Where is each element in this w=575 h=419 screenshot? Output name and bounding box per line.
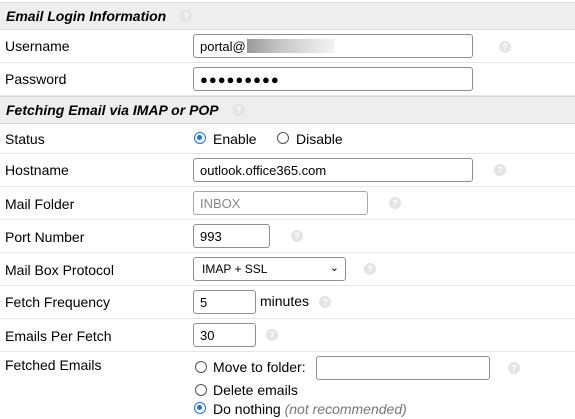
move-to-folder-label[interactable]: Move to folder:	[213, 359, 306, 375]
emails-per-fetch-label: Emails Per Fetch	[5, 328, 112, 344]
protocol-select[interactable]: IMAP + SSL ⌄	[193, 257, 346, 281]
do-nothing-label[interactable]: Do nothing (not recommended)	[213, 401, 407, 417]
do-nothing-radio[interactable]	[194, 402, 206, 414]
section-title-login: Email Login Information	[6, 8, 167, 24]
help-icon[interactable]: ?	[180, 10, 193, 22]
row-emails-per-fetch: Emails Per Fetch 30 ?	[0, 319, 575, 352]
port-number-input[interactable]: 993	[193, 224, 270, 248]
row-password: Password ●●●●●●●●●	[0, 63, 575, 96]
username-label: Username	[5, 38, 70, 54]
mail-folder-label: Mail Folder	[5, 196, 75, 212]
email-settings-form: Email Login Information ? Username porta…	[0, 0, 575, 419]
help-icon[interactable]: ?	[266, 329, 278, 341]
help-icon[interactable]: ?	[291, 230, 303, 242]
row-username: Username portal@ ?	[0, 30, 575, 63]
section-title-fetching: Fetching Email via IMAP or POP	[6, 102, 219, 118]
chevron-down-icon: ⌄	[329, 262, 339, 274]
mail-folder-placeholder: INBOX	[200, 195, 241, 211]
not-recommended-note: (not recommended)	[284, 401, 407, 417]
fetch-frequency-label: Fetch Frequency	[5, 294, 111, 310]
move-to-folder-input[interactable]	[316, 356, 490, 380]
help-icon[interactable]: ?	[508, 362, 520, 374]
status-label: Status	[5, 131, 45, 147]
row-port-number: Port Number 993 ?	[0, 220, 575, 253]
fetch-frequency-unit: minutes	[260, 293, 310, 309]
section-header-fetching: Fetching Email via IMAP or POP ?	[0, 96, 575, 124]
row-hostname: Hostname outlook.office365.com ?	[0, 154, 575, 187]
port-number-value: 993	[200, 228, 222, 244]
emails-per-fetch-value: 30	[200, 327, 215, 343]
row-fetched-emails: Fetched Emails Move to folder: ? Delete …	[0, 352, 575, 419]
help-icon[interactable]: ?	[232, 104, 245, 116]
help-icon[interactable]: ?	[319, 296, 331, 308]
help-icon[interactable]: ?	[494, 164, 506, 176]
help-icon[interactable]: ?	[364, 263, 376, 275]
status-enable-label[interactable]: Enable	[213, 131, 257, 147]
do-nothing-text: Do nothing	[213, 401, 281, 417]
row-status: Status Enable Disable	[0, 124, 575, 154]
status-disable-radio[interactable]	[277, 132, 289, 144]
password-label: Password	[5, 71, 67, 87]
port-number-label: Port Number	[5, 229, 85, 245]
move-to-folder-radio[interactable]	[195, 361, 207, 373]
status-enable-radio[interactable]	[194, 132, 206, 144]
password-input[interactable]: ●●●●●●●●●	[193, 67, 473, 91]
username-input[interactable]: portal@	[193, 34, 473, 58]
fetched-emails-label: Fetched Emails	[5, 357, 102, 373]
delete-emails-radio[interactable]	[195, 384, 207, 396]
protocol-label: Mail Box Protocol	[5, 262, 114, 278]
fetch-frequency-input[interactable]: 5	[193, 290, 256, 314]
fetch-frequency-value: 5	[200, 294, 208, 310]
row-fetch-frequency: Fetch Frequency 5 minutes ?	[0, 286, 575, 319]
emails-per-fetch-input[interactable]: 30	[193, 323, 256, 347]
delete-emails-label[interactable]: Delete emails	[213, 382, 298, 398]
hostname-input[interactable]: outlook.office365.com	[193, 158, 473, 182]
help-icon[interactable]: ?	[389, 197, 401, 209]
password-value: ●●●●●●●●●	[200, 71, 280, 87]
hostname-label: Hostname	[5, 162, 69, 178]
hostname-value: outlook.office365.com	[200, 162, 327, 178]
section-header-login: Email Login Information ?	[0, 2, 575, 30]
mail-folder-input[interactable]: INBOX	[193, 191, 368, 215]
username-value: portal@	[200, 38, 246, 54]
protocol-value: IMAP + SSL	[202, 262, 268, 276]
help-icon[interactable]: ?	[499, 41, 511, 53]
row-mail-folder: Mail Folder INBOX ?	[0, 187, 575, 220]
status-disable-label[interactable]: Disable	[296, 131, 343, 147]
row-protocol: Mail Box Protocol IMAP + SSL ⌄ ?	[0, 253, 575, 286]
redacted-blur	[246, 39, 335, 53]
